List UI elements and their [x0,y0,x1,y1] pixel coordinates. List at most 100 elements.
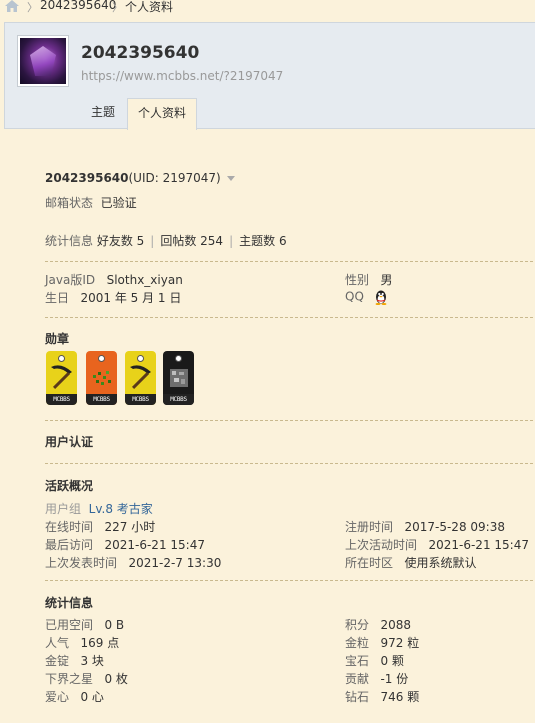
chevron-right-icon: 〉 [112,1,123,14]
header-username: 2042395640 [81,43,200,63]
breadcrumb-current: 个人资料 [125,0,174,14]
stat-ingots-label: 金锭 [45,654,70,668]
pickaxe-icon [130,365,151,389]
medal-tag: MCBBS [125,394,156,405]
online-time: 在线时间 227 小时 [45,518,155,535]
email-status-value: 已验证 [100,196,137,210]
home-icon[interactable] [5,0,19,12]
divider [45,317,533,318]
stat-diamond: 钻石 746 颗 [345,688,419,705]
divider: | [229,234,234,248]
ore-medal[interactable]: MCBBS [163,351,194,405]
stat-love: 爱心 0 心 [45,688,104,705]
stat-nuggets-label: 金粒 [345,636,370,650]
stat-popularity-value: 169 点 [80,636,120,650]
pickaxe-medal-2[interactable]: MCBBS [125,351,156,405]
last-post: 上次发表时间 2021-2-7 13:30 [45,554,221,571]
medal-hole [175,355,182,362]
gender: 性别 男 [345,271,392,288]
qq-penguin-icon[interactable] [374,289,388,305]
stat-nether-star-label: 下界之星 [45,672,94,686]
timezone-label: 所在时区 [345,556,394,570]
medals-title: 勋章 [45,332,70,346]
threads-count[interactable]: 主题数 6 [239,234,286,248]
last-active-value: 2021-6-21 15:47 [428,538,529,552]
register-time-label: 注册时间 [345,520,394,534]
last-active: 上次活动时间 2021-6-21 15:47 [345,536,529,553]
register-time: 注册时间 2017-5-28 09:38 [345,518,505,535]
caret-down-icon[interactable] [226,176,235,181]
profile-uid: (UID: 2197047) [128,171,221,185]
java-id-value: Slothx_xiyan [106,273,183,287]
online-time-label: 在线时间 [45,520,94,534]
divider [45,420,533,421]
gender-value: 男 [380,273,393,287]
profile-name: 2042395640 [45,171,129,185]
user-group: 用户组 Lv.8 考古家 [45,500,153,517]
email-status-label: 邮箱状态 [45,196,94,210]
register-time-value: 2017-5-28 09:38 [404,520,505,534]
pickaxe-icon [51,365,72,389]
stat-gems: 宝石 0 颗 [345,652,404,669]
stat-contribution-label: 贡献 [345,672,370,686]
birthday-label: 生日 [45,291,70,305]
email-status: 邮箱状态 已验证 [45,194,137,211]
profile-header: 2042395640 https://www.mcbbs.net/?219704… [4,22,535,130]
activity-title: 活跃概况 [45,479,94,493]
profile-url[interactable]: https://www.mcbbs.net/?2197047 [81,69,283,83]
stat-points: 积分 2088 [345,616,411,633]
stat-points-value: 2088 [380,618,412,632]
seeds-medal[interactable]: MCBBS [86,351,117,405]
divider: | [150,234,155,248]
birthday: 生日 2001 年 5 月 1 日 [45,289,181,306]
java-id: Java版ID Slothx_xiyan [45,271,183,288]
statistics-title: 统计信息 [45,596,94,610]
stats-line: 统计信息 好友数 5 | 回帖数 254 | 主题数 6 [45,232,287,249]
tab-profile[interactable]: 个人资料 [127,98,198,130]
medal-hole [98,355,105,362]
stat-ingots: 金锭 3 块 [45,652,104,669]
avatar[interactable] [17,35,69,87]
chevron-right-icon: 〉 [27,1,38,14]
stat-gems-value: 0 颗 [380,654,404,668]
pickaxe-medal[interactable]: MCBBS [46,351,77,405]
last-active-label: 上次活动时间 [345,538,418,552]
stat-diamond-label: 钻石 [345,690,370,704]
friends-count[interactable]: 好友数 5 [97,234,144,248]
avatar-image [20,38,66,84]
profile-name-line: 2042395640(UID: 2197047) [45,171,235,185]
divider [45,580,533,581]
stat-points-label: 积分 [345,618,370,632]
medal-tag: MCBBS [86,394,117,405]
stat-contribution-value: -1 份 [380,672,409,686]
java-id-label: Java版ID [45,273,96,287]
stat-space-label: 已用空间 [45,618,94,632]
stat-nether-star: 下界之星 0 枚 [45,670,128,687]
birthday-value: 2001 年 5 月 1 日 [80,291,182,305]
breadcrumb: 〉 2042395640 〉 个人资料 [0,0,535,18]
medal-tag: MCBBS [163,394,194,405]
last-visit-value: 2021-6-21 15:47 [104,538,205,552]
stat-love-label: 爱心 [45,690,70,704]
online-time-value: 227 小时 [104,520,156,534]
medal-hole [137,355,144,362]
qq-label: QQ [345,289,364,304]
tab-threads[interactable]: 主题 [81,98,125,129]
ore-block-icon [170,369,188,387]
stat-popularity-label: 人气 [45,636,70,650]
gender-label: 性别 [345,273,370,287]
timezone-value: 使用系统默认 [404,556,477,570]
divider [45,463,533,464]
divider [45,261,533,262]
qq: QQ [345,289,388,305]
user-group-value[interactable]: Lv.8 考古家 [89,502,153,516]
breadcrumb-user-link[interactable]: 2042395640 [40,0,116,12]
stat-popularity: 人气 169 点 [45,634,119,651]
stats-label: 统计信息 [45,234,94,248]
stat-nether-star-value: 0 枚 [104,672,128,686]
last-post-value: 2021-2-7 13:30 [128,556,222,570]
stat-ingots-value: 3 块 [80,654,104,668]
replies-count[interactable]: 回帖数 254 [160,234,223,248]
stat-love-value: 0 心 [80,690,104,704]
stat-nuggets-value: 972 粒 [380,636,420,650]
